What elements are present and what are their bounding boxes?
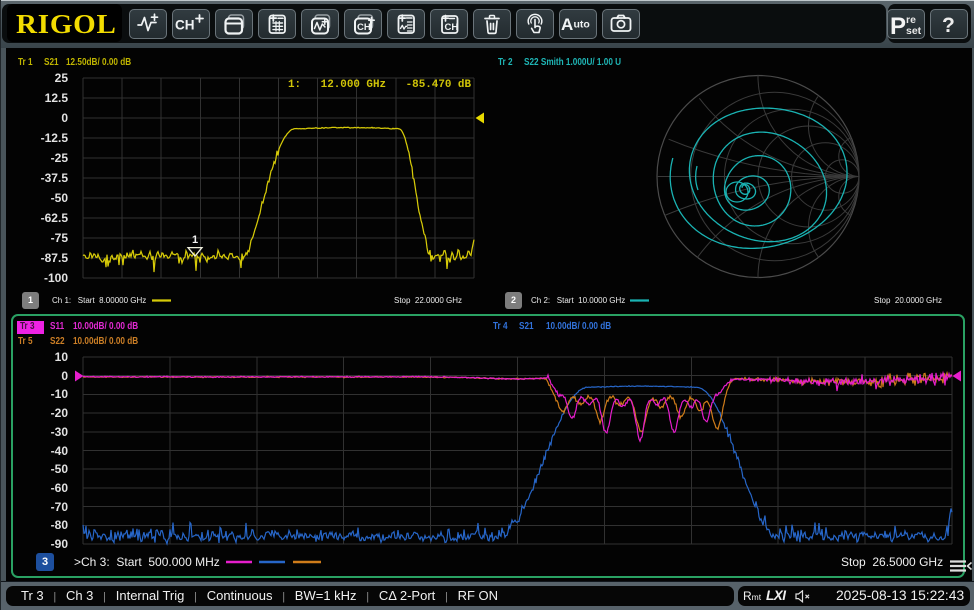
svg-text:uto: uto bbox=[574, 18, 590, 30]
svg-text:A: A bbox=[561, 15, 573, 34]
svg-text:P: P bbox=[890, 13, 906, 39]
svg-text:CH: CH bbox=[357, 22, 371, 33]
svg-text:?: ? bbox=[942, 14, 955, 37]
svg-text:CH: CH bbox=[444, 22, 458, 33]
svg-text:CH: CH bbox=[175, 17, 195, 32]
svg-text:set: set bbox=[906, 25, 922, 37]
